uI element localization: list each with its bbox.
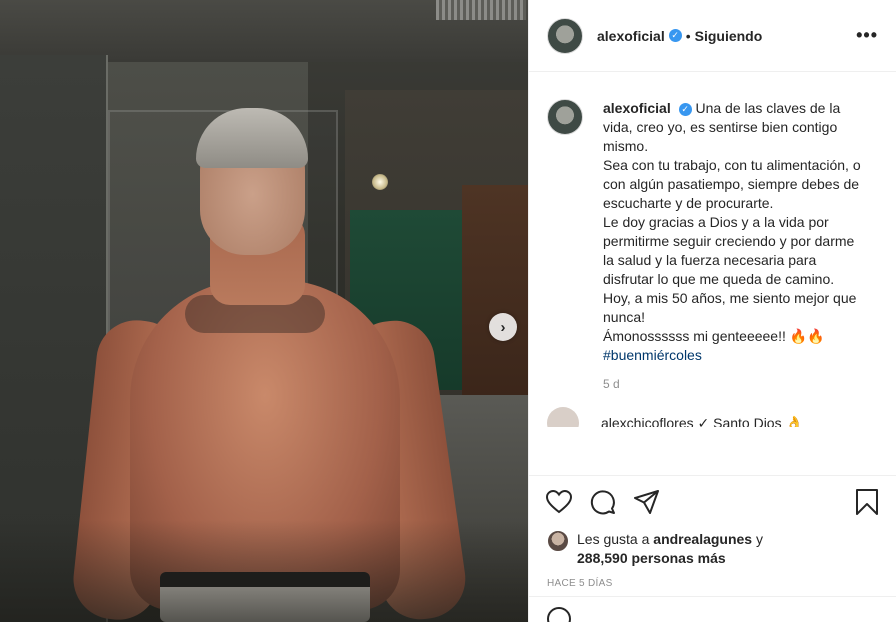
photo-light [372,174,388,190]
caption-body: Una de las claves de la vida, creo yo, e… [603,100,861,344]
action-bar [543,486,883,518]
like-button[interactable] [543,486,575,518]
comment-item: alexchicoflores ✓ Santo Dios 👌 [547,407,879,427]
comment-button[interactable] [587,486,619,518]
more-options-icon[interactable]: ••• [856,25,878,46]
header-separator: • [685,27,691,44]
verified-badge-icon: ✓ [678,103,692,116]
caption-avatar[interactable] [547,99,583,135]
caption-text: alexoficial ✓ Una de las claves de la vi… [603,99,863,365]
comment-text: alexchicoflores ✓ Santo Dios 👌 [601,414,803,428]
heart-icon [546,490,572,514]
emoji-icon[interactable] [547,607,571,622]
caption: alexoficial ✓ Una de las claves de la vi… [547,99,879,365]
likes-summary: Les gusta a andrealagunes y 288,590 pers… [543,530,883,568]
post-date[interactable]: HACE 5 DÍAS [543,578,883,589]
likes-prefix: Les gusta a [577,531,654,547]
caption-time[interactable]: 5 d [603,377,879,391]
verified-badge-icon: ✓ [668,29,682,42]
liker-username[interactable]: andrealagunes [653,531,752,547]
comment-icon [590,490,615,515]
add-comment-bar [529,596,896,622]
liker-avatar[interactable] [547,530,569,552]
post-header: alexoficial ✓ • Siguiendo ••• [529,0,896,72]
following-button[interactable]: Siguiendo [695,28,763,44]
comments-section[interactable]: alexoficial ✓ Una de las claves de la vi… [529,73,896,473]
photo-vent [436,0,526,20]
photo-shadow [0,520,528,622]
comment-avatar[interactable] [547,407,579,427]
bookmark-icon [856,489,878,515]
caption-username[interactable]: alexoficial [603,100,671,116]
likes-suffix: y [752,531,763,547]
share-button[interactable] [631,486,663,518]
hashtag-link[interactable]: #buenmiércoles [603,347,702,363]
post-photo[interactable]: › [0,0,528,622]
photo-brick-wall [462,185,528,395]
avatar[interactable] [547,17,583,54]
post-side-panel: alexoficial ✓ • Siguiendo ••• alexoficia… [528,0,896,622]
share-icon [634,490,659,514]
chevron-right-icon: › [500,318,506,336]
likes-text: Les gusta a andrealagunes y 288,590 pers… [577,530,763,568]
save-button[interactable] [851,486,883,518]
header-username[interactable]: alexoficial [597,28,665,44]
post-actions: Les gusta a andrealagunes y 288,590 pers… [529,475,896,589]
carousel-next-button[interactable]: › [489,313,517,341]
likes-count[interactable]: 288,590 personas más [577,550,726,566]
